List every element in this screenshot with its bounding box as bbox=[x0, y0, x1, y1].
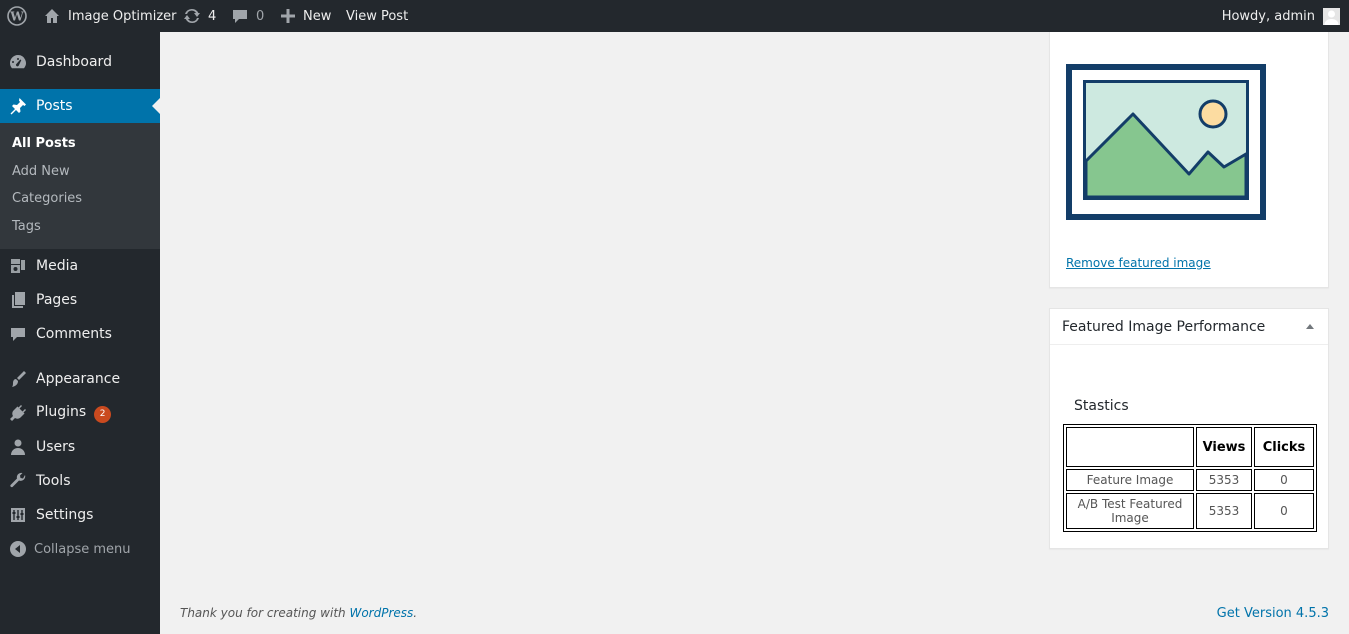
menu-tools-label: Tools bbox=[36, 473, 71, 489]
submenu-add-new[interactable]: Add New bbox=[12, 164, 70, 179]
user-icon bbox=[8, 437, 28, 457]
plugins-update-badge: 2 bbox=[94, 405, 112, 423]
featured-image-performance-box: Featured Image Performance Stastics View… bbox=[1049, 308, 1329, 549]
avatar bbox=[1323, 7, 1340, 25]
admin-bar: W Image Optimizer 4 0 New View Post Howd… bbox=[0, 0, 1349, 32]
column-header-clicks: Clicks bbox=[1254, 427, 1314, 467]
comments-link[interactable]: 0 bbox=[232, 0, 264, 32]
row-views: 5353 bbox=[1196, 493, 1252, 529]
site-name-link[interactable]: Image Optimizer bbox=[44, 0, 176, 32]
menu-plugins[interactable]: Plugins 2 bbox=[0, 396, 160, 430]
comment-bubble-icon bbox=[232, 8, 248, 24]
row-views: 5353 bbox=[1196, 469, 1252, 491]
home-icon bbox=[44, 8, 60, 24]
featured-image-box: Remove featured image bbox=[1049, 32, 1329, 288]
new-content-link[interactable]: New bbox=[281, 0, 331, 32]
menu-media[interactable]: Media bbox=[0, 249, 160, 283]
plug-icon bbox=[8, 403, 28, 423]
menu-posts-label: Posts bbox=[36, 98, 73, 114]
comments-icon bbox=[8, 324, 28, 344]
menu-users-label: Users bbox=[36, 439, 76, 455]
dashboard-gauge-icon bbox=[8, 52, 28, 72]
column-header-views: Views bbox=[1196, 427, 1252, 467]
submenu-tags[interactable]: Tags bbox=[12, 219, 41, 234]
menu-appearance[interactable]: Appearance bbox=[0, 362, 160, 396]
footer-thanks: Thank you for creating with WordPress. bbox=[180, 606, 417, 620]
new-label: New bbox=[303, 8, 332, 24]
paintbrush-icon bbox=[8, 369, 28, 389]
row-label: Feature Image bbox=[1066, 469, 1194, 491]
menu-settings[interactable]: Settings bbox=[0, 498, 160, 532]
site-name: Image Optimizer bbox=[68, 8, 177, 24]
wordpress-link[interactable]: WordPress bbox=[349, 606, 413, 620]
row-clicks: 0 bbox=[1254, 469, 1314, 491]
pushpin-icon bbox=[8, 96, 28, 116]
my-account-link[interactable]: Howdy, admin bbox=[1222, 0, 1340, 32]
posts-submenu: All Posts Add New Categories Tags bbox=[0, 123, 160, 249]
updates-link[interactable]: 4 bbox=[183, 0, 216, 32]
collapse-menu-label: Collapse menu bbox=[34, 541, 131, 557]
table-row: A/B Test Featured Image 5353 0 bbox=[1066, 493, 1314, 529]
column-header-label bbox=[1066, 427, 1194, 467]
menu-comments-label: Comments bbox=[36, 326, 112, 342]
menu-dashboard[interactable]: Dashboard bbox=[0, 45, 160, 79]
wrench-icon bbox=[8, 471, 28, 491]
menu-dashboard-label: Dashboard bbox=[36, 54, 112, 70]
comments-count: 0 bbox=[256, 8, 265, 24]
footer-thanks-prefix: Thank you for creating with bbox=[180, 606, 350, 620]
collapse-arrow-icon bbox=[8, 539, 28, 559]
plus-icon bbox=[281, 9, 295, 23]
menu-plugins-label: Plugins 2 bbox=[36, 403, 112, 423]
menu-plugins-text: Plugins bbox=[36, 403, 87, 420]
menu-media-label: Media bbox=[36, 258, 79, 274]
footer-thanks-suffix: . bbox=[413, 606, 418, 620]
settings-sliders-icon bbox=[8, 505, 28, 525]
performance-box-title: Featured Image Performance bbox=[1062, 319, 1266, 335]
row-label: A/B Test Featured Image bbox=[1066, 493, 1194, 529]
submenu-all-posts[interactable]: All Posts bbox=[12, 136, 76, 151]
performance-box-header[interactable]: Featured Image Performance bbox=[1050, 309, 1328, 345]
menu-comments[interactable]: Comments bbox=[0, 317, 160, 351]
updates-count: 4 bbox=[208, 8, 217, 24]
wordpress-logo-icon[interactable]: W bbox=[7, 0, 27, 32]
collapse-menu-button[interactable]: Collapse menu bbox=[0, 532, 160, 566]
statistics-heading: Stastics bbox=[1074, 398, 1129, 414]
updates-icon bbox=[183, 7, 201, 25]
menu-pages[interactable]: Pages bbox=[0, 283, 160, 317]
menu-posts[interactable]: Posts bbox=[0, 89, 160, 123]
menu-settings-label: Settings bbox=[36, 507, 94, 523]
get-version-link[interactable]: Get Version 4.5.3 bbox=[1217, 606, 1329, 621]
collapse-toggle-icon[interactable] bbox=[1306, 324, 1314, 329]
featured-image-thumbnail[interactable] bbox=[1066, 64, 1266, 224]
view-post-link[interactable]: View Post bbox=[346, 0, 408, 32]
remove-featured-image-link[interactable]: Remove featured image bbox=[1066, 256, 1211, 270]
media-icon bbox=[8, 256, 28, 276]
menu-users[interactable]: Users bbox=[0, 430, 160, 464]
howdy-text: Howdy, admin bbox=[1221, 8, 1315, 24]
table-header-row: Views Clicks bbox=[1066, 427, 1314, 467]
statistics-table: Views Clicks Feature Image 5353 0 A/B Te… bbox=[1063, 424, 1317, 532]
admin-sidebar: Dashboard Posts All Posts Add New Catego… bbox=[0, 32, 160, 634]
svg-text:W: W bbox=[9, 10, 24, 24]
menu-tools[interactable]: Tools bbox=[0, 464, 160, 498]
pages-icon bbox=[8, 290, 28, 310]
row-clicks: 0 bbox=[1254, 493, 1314, 529]
submenu-categories[interactable]: Categories bbox=[12, 191, 82, 206]
menu-appearance-label: Appearance bbox=[36, 371, 121, 387]
table-row: Feature Image 5353 0 bbox=[1066, 469, 1314, 491]
menu-pages-label: Pages bbox=[36, 292, 78, 308]
